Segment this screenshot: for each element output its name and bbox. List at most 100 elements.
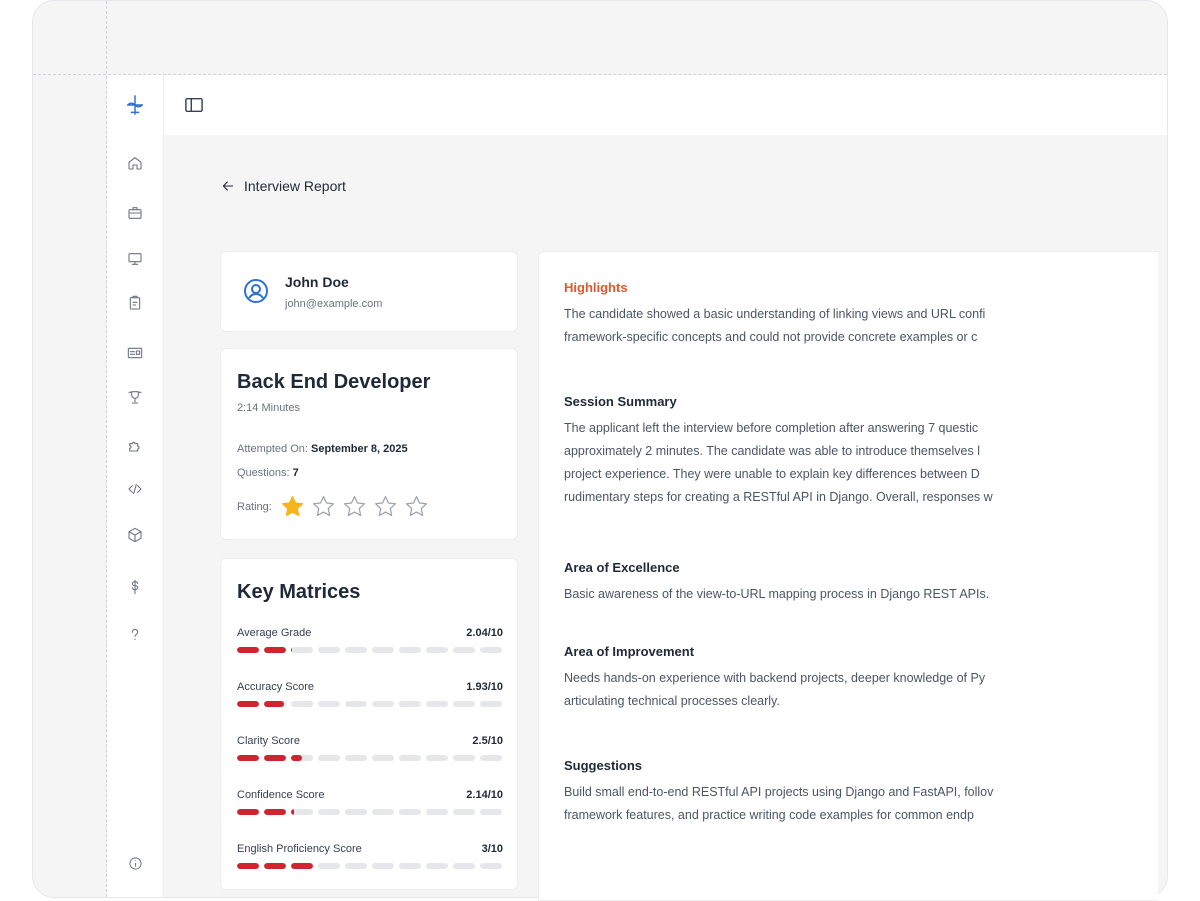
progress-fill (264, 863, 286, 869)
progress-fill (291, 863, 313, 869)
back-link[interactable]: Interview Report (220, 178, 346, 194)
area-of-improvement-section: Area of Improvement Needs hands-on exper… (564, 644, 1144, 713)
progress-fill (264, 647, 286, 653)
progress-segment (453, 863, 475, 869)
highlights-title: Highlights (564, 280, 628, 295)
progress-segment (264, 701, 286, 707)
highlights-line: The candidate showed a basic understandi… (564, 307, 986, 321)
progress-segment (426, 809, 448, 815)
metric-label: Average Grade (237, 627, 312, 639)
progress-segment (426, 863, 448, 869)
progress-segment (480, 863, 502, 869)
topbar (164, 75, 1167, 135)
area-of-improvement-line: articulating technical processes clearly… (564, 694, 780, 708)
progress-fill (237, 863, 259, 869)
attempted-on: Attempted On: September 8, 2025 (237, 443, 408, 455)
metric-label: English Proficiency Score (237, 843, 362, 855)
attempted-label: Attempted On: (237, 443, 308, 455)
metric-progress-bar (237, 863, 503, 869)
star-empty-icon[interactable] (404, 494, 429, 519)
logo-icon[interactable] (121, 91, 149, 119)
clipboard-icon[interactable] (121, 289, 149, 317)
info-icon[interactable] (123, 851, 147, 875)
session-summary-line: project experience. They were unable to … (564, 467, 980, 481)
progress-segment (399, 809, 421, 815)
progress-fill (237, 755, 259, 761)
area-of-improvement-body: Needs hands-on experience with backend p… (564, 667, 1144, 713)
progress-segment (480, 809, 502, 815)
sidebar-toggle-icon[interactable] (184, 95, 204, 115)
metric-row: English Proficiency Score 3/10 (237, 843, 503, 869)
key-matrices-card: Key Matrices Average Grade 2.04/10 Accurac… (220, 558, 518, 890)
metric-value: 1.93/10 (466, 681, 503, 693)
rating: Rating: (237, 494, 429, 519)
progress-segment (426, 701, 448, 707)
code-icon[interactable] (121, 475, 149, 503)
metric-header: English Proficiency Score 3/10 (237, 843, 503, 855)
trophy-icon[interactable] (121, 383, 149, 411)
star-empty-icon[interactable] (373, 494, 398, 519)
star-filled-icon[interactable] (280, 494, 305, 519)
progress-segment (345, 647, 367, 653)
home-icon[interactable] (121, 149, 149, 177)
report-card: Highlights The candidate showed a basic … (538, 251, 1158, 901)
metric-value: 2.14/10 (466, 789, 503, 801)
progress-fill (237, 701, 259, 707)
progress-segment (291, 809, 313, 815)
progress-fill (264, 701, 285, 707)
metric-progress-bar (237, 809, 503, 815)
star-empty-icon[interactable] (311, 494, 336, 519)
box-icon[interactable] (121, 521, 149, 549)
progress-segment (453, 809, 475, 815)
session-summary-body: The applicant left the interview before … (564, 417, 1144, 509)
progress-segment (399, 755, 421, 761)
metric-progress-bar (237, 701, 503, 707)
progress-segment (426, 647, 448, 653)
progress-segment (264, 863, 286, 869)
progress-segment (372, 701, 394, 707)
candidate-email: john@example.com (285, 298, 383, 310)
metric-row: Confidence Score 2.14/10 (237, 789, 503, 815)
session-summary-section: Session Summary The applicant left the i… (564, 394, 1144, 509)
briefcase-icon[interactable] (121, 199, 149, 227)
metric-row: Average Grade 2.04/10 (237, 627, 503, 653)
progress-segment (480, 755, 502, 761)
metric-header: Confidence Score 2.14/10 (237, 789, 503, 801)
star-empty-icon[interactable] (342, 494, 367, 519)
suggestions-line: Build small end-to-end RESTful API proje… (564, 785, 994, 799)
progress-segment (318, 647, 340, 653)
metric-progress-bar (237, 755, 503, 761)
monitor-icon[interactable] (121, 245, 149, 273)
arrow-left-icon (222, 181, 234, 191)
progress-segment (318, 701, 340, 707)
progress-segment (372, 863, 394, 869)
area-of-excellence-section: Area of Excellence Basic awareness of th… (564, 560, 1144, 606)
progress-segment (291, 863, 313, 869)
progress-segment (480, 701, 502, 707)
progress-fill (291, 809, 295, 815)
progress-fill (237, 809, 259, 815)
progress-segment (372, 647, 394, 653)
progress-segment (345, 809, 367, 815)
progress-segment (237, 755, 259, 761)
help-icon[interactable] (121, 621, 149, 649)
progress-fill (237, 647, 259, 653)
metric-progress-bar (237, 647, 503, 653)
metric-value: 2.5/10 (472, 735, 503, 747)
progress-segment (264, 647, 286, 653)
user-avatar-icon (243, 278, 269, 304)
progress-segment (372, 809, 394, 815)
progress-segment (426, 755, 448, 761)
progress-fill (264, 755, 286, 761)
dollar-icon[interactable] (121, 573, 149, 601)
progress-segment (264, 809, 286, 815)
session-summary-line: rudimentary steps for creating a RESTful… (564, 490, 993, 504)
puzzle-icon[interactable] (121, 431, 149, 459)
highlights-line: framework-specific concepts and could no… (564, 330, 978, 344)
suggestions-title: Suggestions (564, 758, 643, 773)
metric-header: Clarity Score 2.5/10 (237, 735, 503, 747)
suggestions-line: framework features, and practice writing… (564, 808, 974, 822)
session-summary-line: approximately 2 minutes. The candidate w… (564, 444, 980, 458)
attempted-value: September 8, 2025 (311, 443, 408, 455)
id-card-icon[interactable] (121, 339, 149, 367)
